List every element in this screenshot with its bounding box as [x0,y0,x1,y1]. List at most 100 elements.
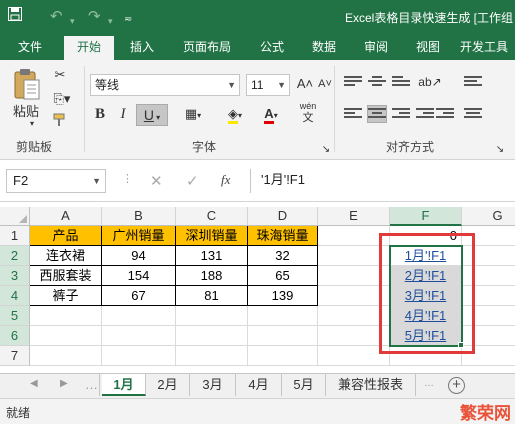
cell[interactable] [248,326,318,346]
middle-align-icon[interactable] [368,74,386,90]
tab-page-layout[interactable]: 页面布局 [176,34,238,60]
align-left-icon[interactable] [344,106,362,122]
table-cell[interactable]: 裤子 [30,286,102,306]
font-size-select[interactable]: 11 ▼ [246,74,290,96]
table-header-cell[interactable]: 深圳销量 [176,226,248,246]
bold-button[interactable]: B [90,104,110,126]
row-header-selected[interactable]: 4 [0,286,30,306]
insert-function-icon[interactable]: fx [221,172,230,188]
row-header[interactable]: 1 [0,226,30,246]
table-cell[interactable]: 139 [248,286,318,306]
row-header-selected[interactable]: 3 [0,266,30,286]
bottom-align-icon[interactable] [392,74,410,90]
align-right-icon[interactable] [392,106,410,122]
cell[interactable] [102,346,176,366]
tab-home[interactable]: 开始 [64,36,114,60]
more-options-icon[interactable]: ⋮ [122,172,133,185]
cell[interactable] [248,346,318,366]
formula-input[interactable]: '1月'!F1 [250,169,515,193]
table-cell[interactable]: 连衣裙 [30,246,102,266]
tab-insert[interactable]: 插入 [122,34,162,60]
cell[interactable] [102,326,176,346]
column-header[interactable]: D [248,207,318,226]
more-sheets-icon[interactable]: … [424,378,434,389]
row-header[interactable]: 7 [0,346,30,366]
table-cell[interactable]: 西服套装 [30,266,102,286]
cell[interactable] [102,306,176,326]
undo-icon[interactable]: ↶ [50,7,63,27]
table-cell[interactable]: 67 [102,286,176,306]
sheet-tab[interactable]: 兼容性报表 [326,374,416,396]
table-cell[interactable]: 32 [248,246,318,266]
prev-sheet-icon[interactable]: ◀ [30,378,38,389]
cancel-icon[interactable]: ✕ [150,172,163,190]
borders-button[interactable]: ▦▾ [176,104,210,126]
column-header[interactable]: A [30,207,102,226]
paste-button[interactable]: 粘贴 [8,102,44,124]
copy-icon[interactable]: ⎘▾ [50,89,74,111]
cell[interactable] [248,306,318,326]
cut-icon[interactable]: ✂ [50,65,70,87]
cell[interactable] [176,346,248,366]
tab-file[interactable]: 文件 [10,34,50,60]
align-center-icon[interactable] [367,105,387,123]
select-all-corner[interactable] [0,207,30,226]
table-cell[interactable]: 188 [176,266,248,286]
tab-formulas[interactable]: 公式 [252,34,292,60]
customize-toolbar-icon[interactable]: ≂ [124,10,132,30]
orientation-icon[interactable]: ab↗ [416,72,444,94]
table-header-cell[interactable]: 产品 [30,226,102,246]
row-header-selected[interactable]: 5 [0,306,30,326]
tab-review[interactable]: 审阅 [356,34,396,60]
cell[interactable] [176,306,248,326]
dialog-launcher-icon[interactable]: ↘ [494,140,506,162]
column-header-selected[interactable]: F [390,207,462,226]
fill-color-button[interactable]: ◈▾ [218,104,252,126]
increase-indent-icon[interactable] [436,106,454,122]
next-sheet-icon[interactable]: ▶ [60,378,68,389]
row-header-selected[interactable]: 6 [0,326,30,346]
table-header-cell[interactable]: 广州销量 [102,226,176,246]
dialog-launcher-icon[interactable]: ↘ [320,140,332,162]
shrink-font-button[interactable]: A˅ [316,74,334,96]
table-cell[interactable]: 154 [102,266,176,286]
undo-dropdown-icon[interactable]: ▾ [70,11,75,31]
name-box[interactable]: F2 ▼ [6,169,106,193]
column-header[interactable]: B [102,207,176,226]
column-header[interactable]: E [318,207,390,226]
redo-icon[interactable]: ↷ [88,7,101,27]
column-header[interactable]: G [462,207,515,226]
sheet-tab[interactable]: 5月 [282,374,326,396]
font-name-select[interactable]: 等线 ▼ [90,74,240,96]
sheet-tab[interactable]: 2月 [146,374,190,396]
sheet-tab-active[interactable]: 1月 [102,374,146,396]
cell[interactable] [30,326,102,346]
font-color-button[interactable]: A▾ [256,104,286,126]
table-cell[interactable]: 81 [176,286,248,306]
format-painter-icon[interactable] [50,112,70,134]
italic-button[interactable]: I [114,104,132,126]
wrap-text-icon[interactable] [464,74,482,90]
redo-dropdown-icon[interactable]: ▾ [108,11,113,31]
more-sheets-icon[interactable]: … [84,374,100,396]
top-align-icon[interactable] [344,74,362,90]
sheet-tab[interactable]: 3月 [190,374,236,396]
sheet-tab[interactable]: 4月 [236,374,282,396]
grow-font-button[interactable]: A˄ [296,74,314,96]
enter-icon[interactable]: ✓ [186,172,199,190]
paste-icon[interactable] [12,68,42,102]
column-header[interactable]: C [176,207,248,226]
cell[interactable] [176,326,248,346]
row-header-selected[interactable]: 2 [0,246,30,266]
save-icon[interactable] [8,7,22,27]
paste-dropdown-icon[interactable]: ▾ [27,114,37,136]
tab-developer[interactable]: 开发工具 [460,34,515,60]
table-cell[interactable]: 94 [102,246,176,266]
table-cell[interactable]: 131 [176,246,248,266]
table-header-cell[interactable]: 珠海销量 [248,226,318,246]
cell[interactable] [30,306,102,326]
cell[interactable] [30,346,102,366]
worksheet-grid[interactable]: A B C D E F G 1 2 3 4 5 6 7 产品 广州销量 深圳销量… [0,202,515,373]
add-sheet-icon[interactable]: + [448,377,465,394]
underline-button[interactable]: U ▾ [136,104,168,126]
